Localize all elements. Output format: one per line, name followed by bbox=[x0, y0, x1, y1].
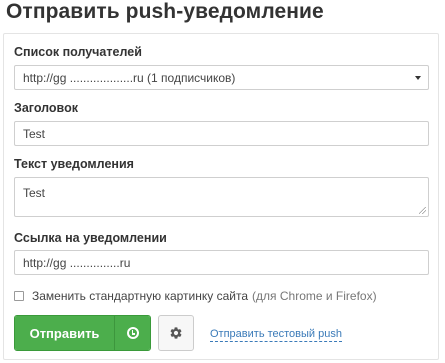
send-test-push-link[interactable]: Отправить тестовый push bbox=[210, 328, 342, 342]
gear-icon bbox=[170, 327, 182, 339]
recipients-select[interactable]: http://gg ...................ru (1 подпи… bbox=[14, 65, 429, 90]
replace-image-row[interactable]: Заменить стандартную картинку сайта (для… bbox=[14, 289, 377, 303]
body-text-label: Текст уведомления bbox=[14, 157, 134, 171]
replace-image-hint: (для Chrome и Firefox) bbox=[252, 289, 377, 303]
heading-value: Test bbox=[23, 126, 46, 141]
body-text-value: Test bbox=[23, 186, 46, 200]
link-label: Ссылка на уведомлении bbox=[14, 231, 167, 245]
clock-icon bbox=[126, 327, 139, 339]
replace-image-checkbox[interactable] bbox=[14, 291, 24, 301]
send-button[interactable]: Отправить bbox=[15, 316, 114, 350]
resize-handle-icon[interactable] bbox=[419, 207, 426, 214]
recipients-label: Список получателей bbox=[14, 45, 142, 59]
send-button-group: Отправить bbox=[14, 315, 151, 351]
heading-label: Заголовок bbox=[14, 101, 78, 115]
body-text-textarea[interactable]: Test bbox=[14, 177, 429, 217]
recipients-selected-value: http://gg ...................ru (1 подпи… bbox=[23, 70, 236, 85]
chevron-down-icon bbox=[415, 75, 421, 80]
schedule-button[interactable] bbox=[114, 316, 150, 350]
replace-image-label: Заменить стандартную картинку сайта bbox=[32, 289, 249, 303]
heading-input[interactable]: Test bbox=[14, 121, 429, 146]
page-title: Отправить push-уведомление bbox=[6, 0, 324, 23]
push-form-panel: Список получателей http://gg ...........… bbox=[3, 33, 439, 360]
link-value: http://gg ...............ru bbox=[23, 255, 131, 270]
link-input[interactable]: http://gg ...............ru bbox=[14, 250, 429, 275]
settings-button[interactable] bbox=[158, 315, 194, 351]
